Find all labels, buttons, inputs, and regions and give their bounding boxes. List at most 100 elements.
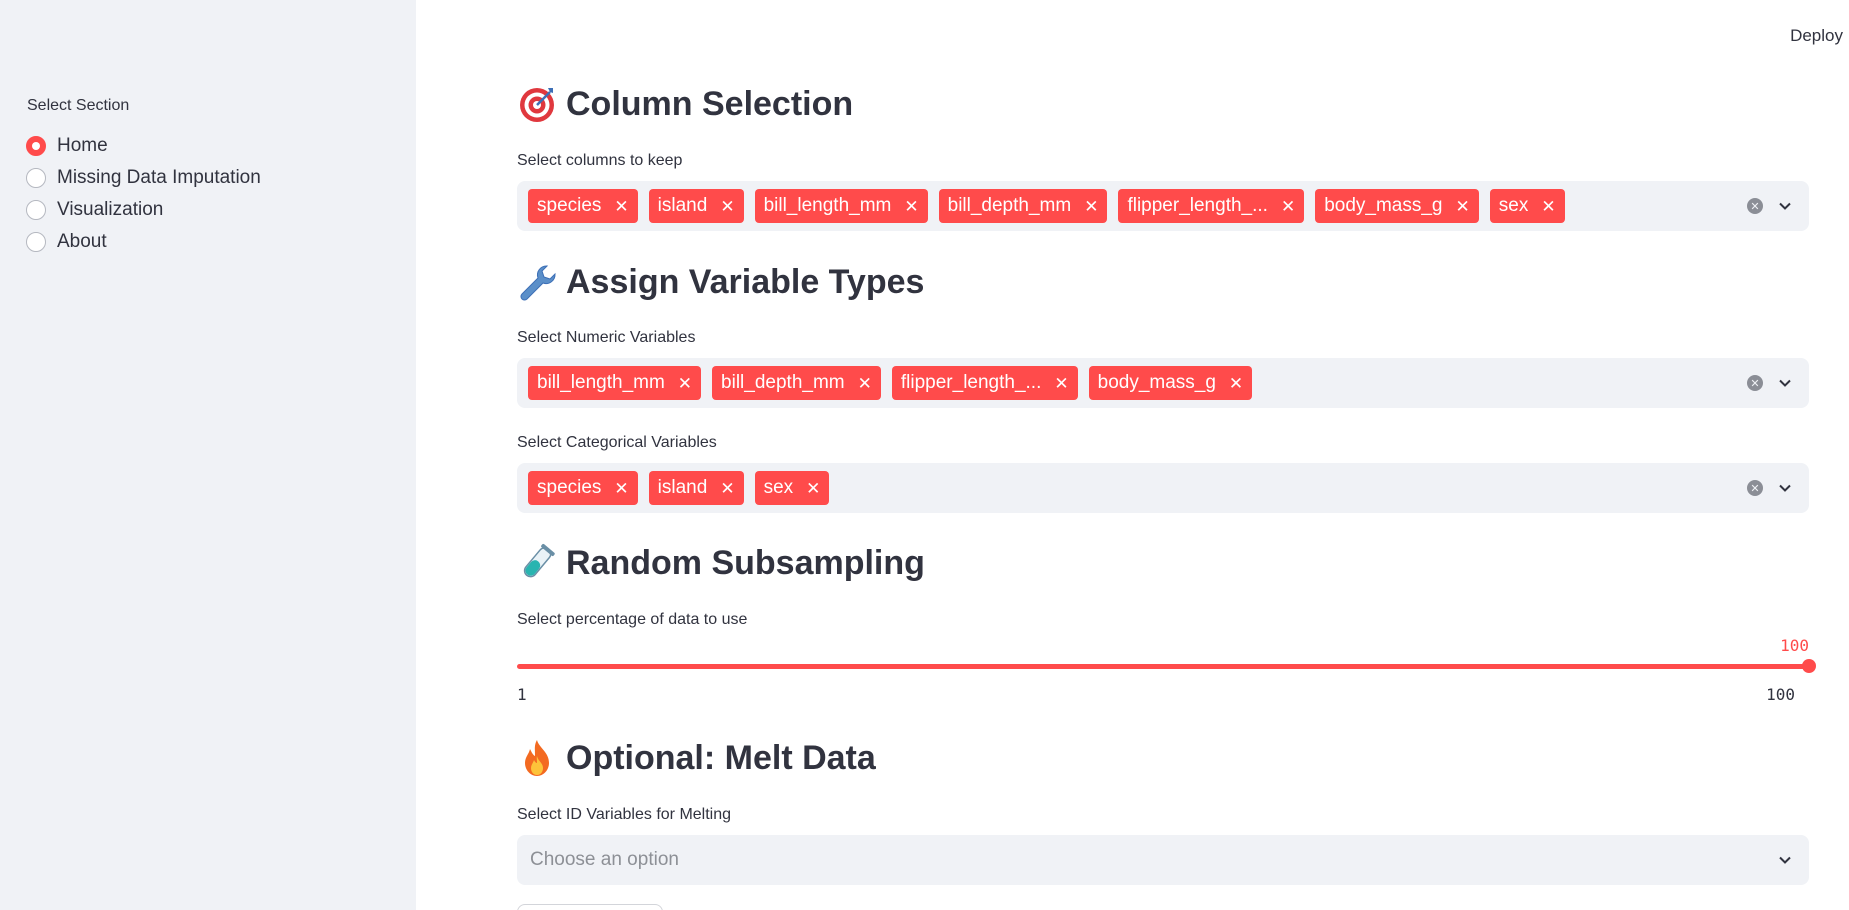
deploy-button[interactable]: Deploy <box>1790 26 1843 46</box>
chip-remove-icon[interactable]: ✕ <box>1229 375 1243 392</box>
section-title: Optional: Melt Data <box>566 738 876 777</box>
chip: island ✕ <box>648 189 744 223</box>
chip: bill_depth_mm ✕ <box>938 189 1108 223</box>
chip-label: island <box>657 477 708 498</box>
chip-label: body_mass_g <box>1324 195 1443 216</box>
chip-label: bill_length_mm <box>537 372 665 393</box>
chip-label: flipper_length_... <box>1127 195 1268 216</box>
numeric-variables-multiselect[interactable]: bill_length_mm ✕ bill_depth_mm ✕ flipper_l… <box>517 358 1809 408</box>
test-tube-icon <box>517 543 557 583</box>
columns-to-keep-label: Select columns to keep <box>517 152 683 169</box>
chip-remove-icon[interactable]: ✕ <box>678 375 692 392</box>
radio-option-visualization[interactable]: Visualization <box>26 194 261 226</box>
chip-remove-icon[interactable]: ✕ <box>1084 198 1098 215</box>
chip-remove-icon[interactable]: ✕ <box>614 198 628 215</box>
chip-label: species <box>537 195 602 216</box>
percentage-slider-track[interactable] <box>517 664 1809 669</box>
clear-all-icon[interactable]: ✕ <box>1747 480 1763 496</box>
partial-button[interactable] <box>517 904 663 910</box>
chip-list: bill_length_mm ✕ bill_depth_mm ✕ flipper_l… <box>528 366 1747 400</box>
chip-remove-icon[interactable]: ✕ <box>614 480 628 497</box>
chip-label: bill_length_mm <box>763 195 892 216</box>
multiselect-controls <box>1777 852 1809 868</box>
column-selection-heading: Column Selection <box>517 84 853 124</box>
columns-to-keep-multiselect[interactable]: species ✕ island ✕ bill_length_mm ✕ bill_de… <box>517 181 1809 231</box>
radio-label: Missing Data Imputation <box>57 167 261 188</box>
radio-unselected-icon[interactable] <box>26 200 46 220</box>
chip-remove-icon[interactable]: ✕ <box>1456 198 1470 215</box>
target-icon <box>517 84 557 124</box>
chip: sex ✕ <box>754 471 830 505</box>
chip-remove-icon[interactable]: ✕ <box>1281 198 1295 215</box>
percentage-slider-thumb[interactable] <box>1802 659 1816 673</box>
categorical-variables-multiselect[interactable]: species ✕ island ✕ sex ✕ ✕ <box>517 463 1809 513</box>
chevron-down-icon[interactable] <box>1777 852 1793 868</box>
section-title: Column Selection <box>566 84 854 123</box>
numeric-variables-label: Select Numeric Variables <box>517 329 696 346</box>
chip: flipper_length_... ✕ <box>1118 189 1305 223</box>
chip-remove-icon[interactable]: ✕ <box>720 480 734 497</box>
radio-label: Visualization <box>57 199 164 220</box>
chip: sex ✕ <box>1489 189 1565 223</box>
chip-remove-icon[interactable]: ✕ <box>904 198 918 215</box>
chip: bill_length_mm ✕ <box>754 189 928 223</box>
chip: bill_depth_mm ✕ <box>712 366 881 400</box>
radio-option-about[interactable]: About <box>26 226 261 258</box>
sidebar-section-label: Select Section <box>27 97 130 114</box>
slider-max-label: 100 <box>1766 685 1795 704</box>
multiselect-controls: ✕ <box>1747 375 1809 391</box>
radio-option-home[interactable]: Home <box>26 130 261 162</box>
chevron-down-icon[interactable] <box>1777 198 1793 214</box>
radio-unselected-icon[interactable] <box>26 168 46 188</box>
slider-current-value: 100 <box>1780 636 1809 655</box>
chevron-down-icon[interactable] <box>1777 375 1793 391</box>
chip-label: sex <box>1498 195 1529 216</box>
percentage-label: Select percentage of data to use <box>517 611 748 628</box>
chip-label: bill_depth_mm <box>721 372 845 393</box>
chip-remove-icon[interactable]: ✕ <box>1541 198 1555 215</box>
chevron-down-icon[interactable] <box>1777 480 1793 496</box>
chip: flipper_length_... ✕ <box>891 366 1078 400</box>
chip: body_mass_g ✕ <box>1088 366 1253 400</box>
categorical-variables-label: Select Categorical Variables <box>517 434 717 451</box>
chip-label: flipper_length_... <box>900 372 1042 393</box>
wrench-icon <box>517 262 557 302</box>
radio-option-missing-data-imputation[interactable]: Missing Data Imputation <box>26 162 261 194</box>
chip-list: species ✕ island ✕ bill_length_mm ✕ bill_de… <box>528 189 1747 223</box>
chip-remove-icon[interactable]: ✕ <box>1054 375 1068 392</box>
multiselect-controls: ✕ <box>1747 480 1809 496</box>
radio-selected-icon[interactable] <box>26 136 46 156</box>
clear-all-icon[interactable]: ✕ <box>1747 198 1763 214</box>
select-placeholder: Choose an option <box>530 849 679 870</box>
chip-label: bill_depth_mm <box>947 195 1072 216</box>
chip: bill_length_mm ✕ <box>528 366 702 400</box>
chip-label: island <box>657 195 708 216</box>
sidebar: Select Section Home Missing Data Imputat… <box>0 0 416 910</box>
chip-remove-icon[interactable]: ✕ <box>858 375 872 392</box>
chip: species ✕ <box>528 471 638 505</box>
section-title: Assign Variable Types <box>566 262 925 301</box>
id-variables-label: Select ID Variables for Melting <box>517 806 732 823</box>
chip: species ✕ <box>528 189 638 223</box>
fire-icon <box>517 738 557 778</box>
melt-heading: Optional: Melt Data <box>517 738 876 778</box>
chip: island ✕ <box>648 471 744 505</box>
radio-unselected-icon[interactable] <box>26 232 46 252</box>
section-title: Random Subsampling <box>566 543 925 582</box>
chip-label: species <box>537 477 602 498</box>
id-variables-select[interactable]: Choose an option <box>517 835 1809 885</box>
multiselect-controls: ✕ <box>1747 198 1809 214</box>
chip: body_mass_g ✕ <box>1315 189 1479 223</box>
variable-types-heading: Assign Variable Types <box>517 262 924 302</box>
chip-remove-icon[interactable]: ✕ <box>806 480 820 497</box>
chip-list: species ✕ island ✕ sex ✕ <box>528 471 1747 505</box>
radio-label: Home <box>57 135 108 156</box>
chip-remove-icon[interactable]: ✕ <box>720 198 734 215</box>
section-radio-group: Home Missing Data Imputation Visualizati… <box>26 130 261 258</box>
radio-label: About <box>57 231 107 252</box>
clear-all-icon[interactable]: ✕ <box>1747 375 1763 391</box>
slider-min-label: 1 <box>517 685 527 704</box>
app-root: Select Section Home Missing Data Imputat… <box>0 0 1849 910</box>
subsampling-heading: Random Subsampling <box>517 543 925 583</box>
chip-label: body_mass_g <box>1097 372 1216 393</box>
